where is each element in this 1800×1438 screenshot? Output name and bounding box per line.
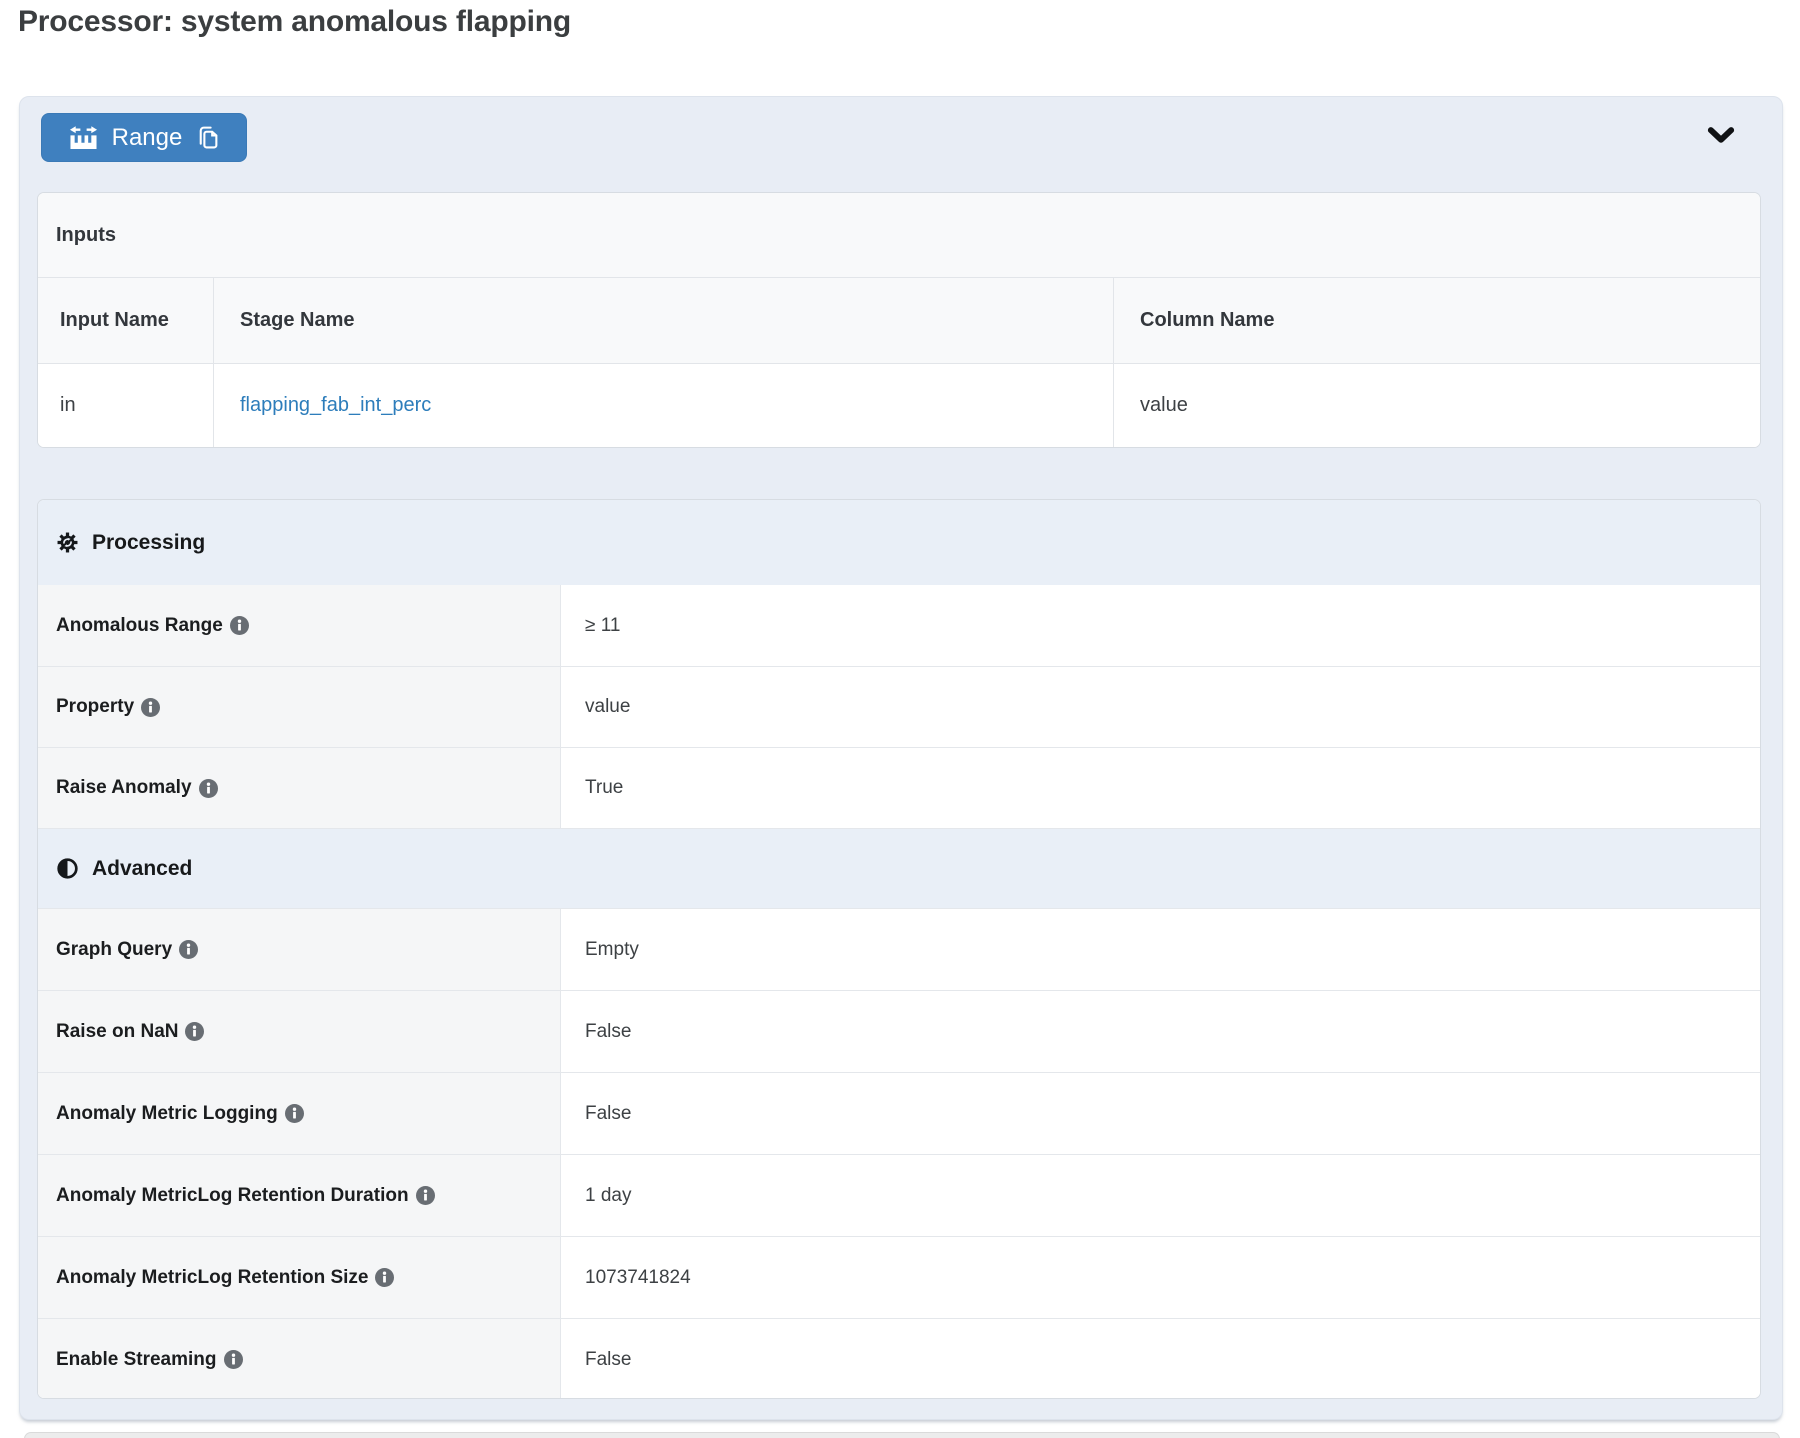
kv-row-anomalous-range: Anomalous Range ≥ 11: [38, 585, 1760, 666]
page-title: Processor: system anomalous flapping: [18, 5, 571, 39]
kv-row-raise-on-nan: Raise on NaN False: [38, 990, 1760, 1072]
inputs-table-header-row: Input Name Stage Name Column Name: [38, 278, 1760, 364]
info-icon[interactable]: [230, 616, 249, 635]
cell-stage-name: flapping_fab_int_perc: [214, 364, 1114, 447]
info-icon[interactable]: [199, 779, 218, 798]
info-icon[interactable]: [224, 1350, 243, 1369]
range-button[interactable]: Range: [41, 113, 247, 162]
collapse-chevron-button[interactable]: [1704, 123, 1738, 149]
row-label: Property: [56, 696, 134, 718]
row-value: 1073741824: [561, 1237, 1760, 1318]
info-icon[interactable]: [375, 1268, 394, 1287]
info-icon[interactable]: [179, 940, 198, 959]
row-value: False: [561, 1319, 1760, 1399]
range-button-label: Range: [112, 124, 183, 152]
half-circle-icon: [56, 857, 79, 880]
inputs-card: Inputs Input Name Stage Name Column Name…: [37, 192, 1761, 448]
section-header-advanced: Advanced: [38, 828, 1760, 908]
row-value: False: [561, 991, 1760, 1072]
info-icon[interactable]: [185, 1022, 204, 1041]
cell-column-name: value: [1114, 364, 1760, 447]
ruler-range-icon: [69, 125, 98, 150]
row-value: False: [561, 1073, 1760, 1154]
processor-panel: Range Inputs Input Name Stage Name Colum…: [19, 96, 1783, 1420]
section-title: Processing: [92, 531, 205, 555]
kv-row-anomaly-metric-logging: Anomaly Metric Logging False: [38, 1072, 1760, 1154]
kv-row-retention-duration: Anomaly MetricLog Retention Duration 1 d…: [38, 1154, 1760, 1236]
row-label: Raise on NaN: [56, 1021, 178, 1043]
row-label: Raise Anomaly: [56, 777, 192, 799]
row-label: Enable Streaming: [56, 1349, 217, 1371]
kv-row-retention-size: Anomaly MetricLog Retention Size 1073741…: [38, 1236, 1760, 1318]
row-value: Empty: [561, 909, 1760, 990]
stage-name-link[interactable]: flapping_fab_int_perc: [240, 394, 431, 417]
section-header-processing: Processing: [38, 500, 1760, 585]
kv-row-enable-streaming: Enable Streaming False: [38, 1318, 1760, 1399]
row-value: 1 day: [561, 1155, 1760, 1236]
kv-row-property: Property value: [38, 666, 1760, 747]
row-value: ≥ 11: [561, 585, 1760, 666]
section-title: Advanced: [92, 857, 192, 881]
info-icon[interactable]: [141, 698, 160, 717]
processing-card: Processing Anomalous Range ≥ 11 Property…: [37, 499, 1761, 1399]
column-header-column-name: Column Name: [1114, 278, 1760, 363]
next-panel-top-strip: [24, 1432, 1780, 1438]
chevron-down-icon: [1705, 125, 1737, 147]
kv-row-graph-query: Graph Query Empty: [38, 908, 1760, 990]
row-label: Graph Query: [56, 939, 172, 961]
copy-icon[interactable]: [196, 125, 219, 150]
row-value: value: [561, 667, 1760, 747]
inputs-card-title: Inputs: [38, 193, 1760, 278]
kv-row-raise-anomaly: Raise Anomaly True: [38, 747, 1760, 828]
column-header-input-name: Input Name: [38, 278, 214, 363]
row-label: Anomaly Metric Logging: [56, 1103, 278, 1125]
info-icon[interactable]: [416, 1186, 435, 1205]
inputs-table-row: in flapping_fab_int_perc value: [38, 364, 1760, 447]
column-header-stage-name: Stage Name: [214, 278, 1114, 363]
row-value: True: [561, 748, 1760, 828]
row-label: Anomaly MetricLog Retention Duration: [56, 1185, 409, 1207]
info-icon[interactable]: [285, 1104, 304, 1123]
gear-sync-icon: [56, 531, 79, 554]
row-label: Anomaly MetricLog Retention Size: [56, 1267, 368, 1289]
cell-input-name: in: [38, 364, 214, 447]
row-label: Anomalous Range: [56, 615, 223, 637]
